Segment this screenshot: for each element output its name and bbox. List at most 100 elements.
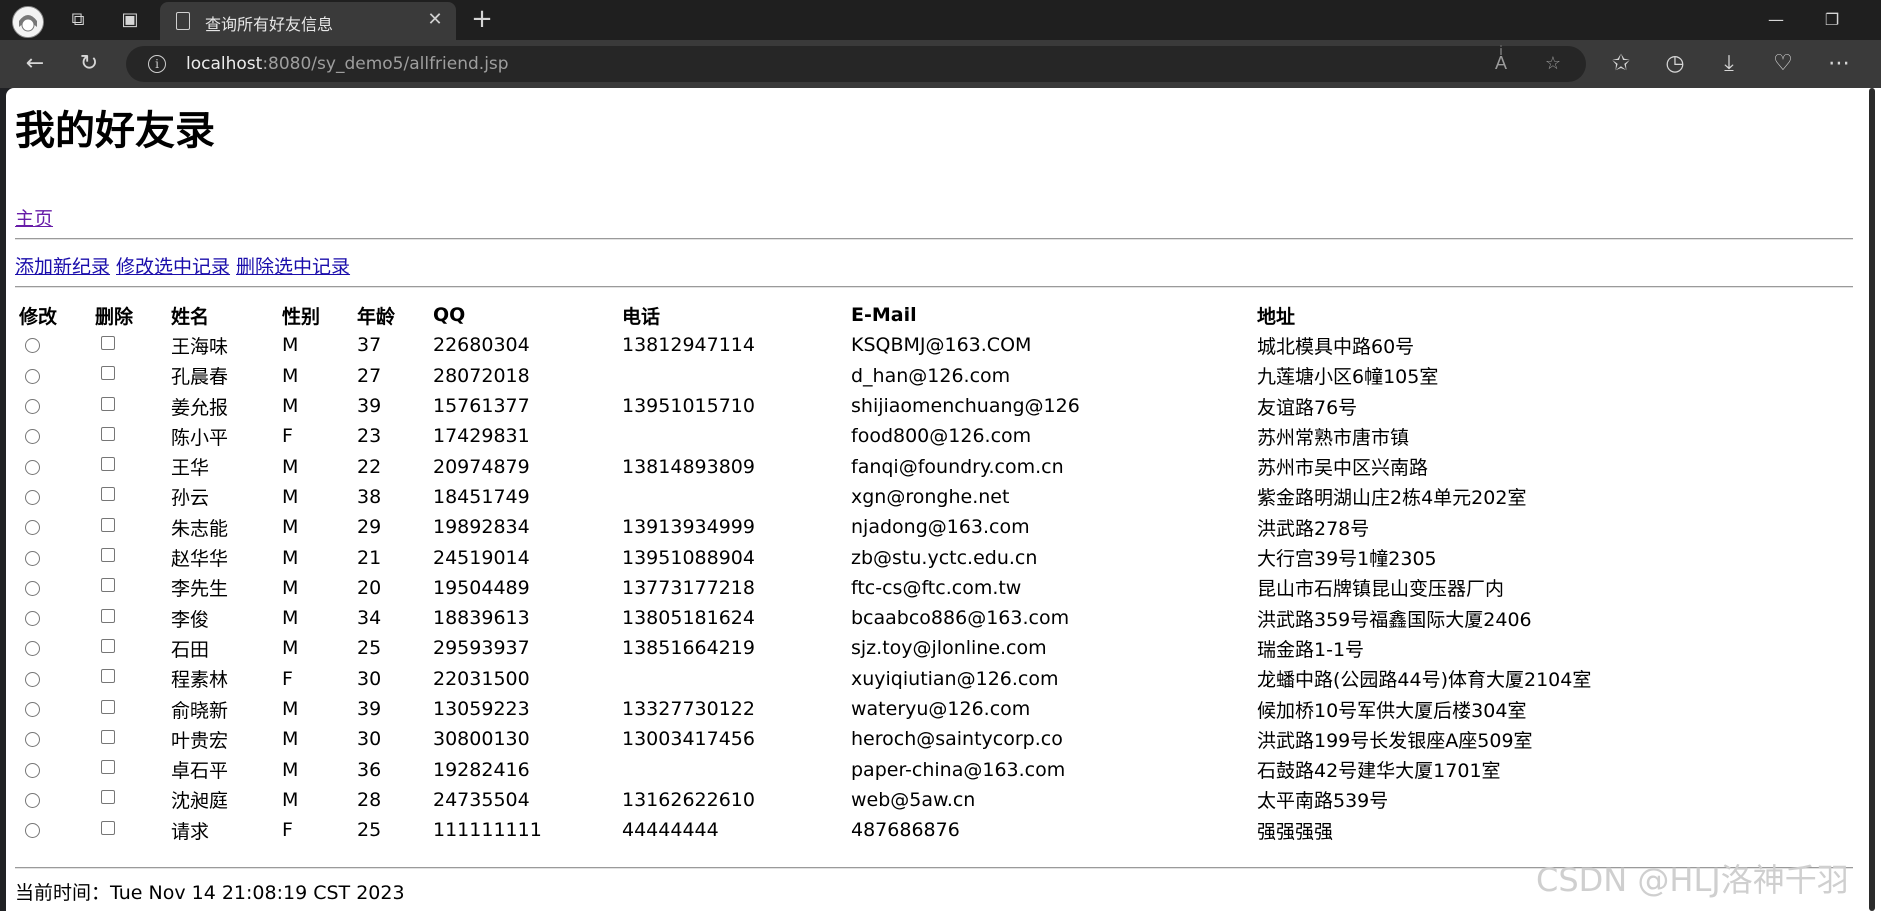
delete-checkbox[interactable] [101, 335, 115, 350]
cell-address: 苏州常熟市唐市镇 [1257, 426, 1410, 449]
cell-sex: F [282, 819, 293, 842]
delete-checkbox[interactable] [101, 366, 115, 381]
delete-checkbox[interactable] [101, 457, 115, 472]
header-address: 地址 [1257, 305, 1296, 328]
more-menu-icon[interactable]: ⋯ [1824, 50, 1854, 78]
delete-checkbox[interactable] [101, 820, 115, 835]
new-tab-button[interactable]: + [468, 6, 496, 34]
delete-checkbox[interactable] [101, 608, 115, 623]
address-bar[interactable]: i localhost:8080/sy_demo5/allfriend.jsp … [126, 46, 1586, 82]
edit-radio[interactable] [25, 702, 40, 717]
cell-delete [91, 664, 167, 694]
edit-radio[interactable] [25, 459, 40, 475]
browser-essentials-icon[interactable]: ♡ [1768, 50, 1798, 78]
edit-radio[interactable] [25, 580, 40, 596]
cell-qq: 28072018 [433, 364, 530, 387]
url-text[interactable]: localhost:8080/sy_demo5/allfriend.jsp [186, 54, 509, 74]
delete-checkbox[interactable] [101, 669, 115, 684]
delete-checkbox[interactable] [101, 517, 115, 532]
cell-sex: M [282, 576, 299, 599]
delete-checkbox[interactable] [101, 548, 115, 563]
refresh-icon[interactable]: ↻ [74, 50, 104, 78]
edit-radio[interactable] [25, 550, 40, 566]
cell-phone [618, 754, 847, 784]
divider [15, 286, 1853, 288]
minimize-button[interactable]: — [1756, 6, 1796, 34]
cell-name: 石田 [171, 638, 210, 661]
cell-age: 22 [357, 455, 382, 478]
profile-avatar-icon[interactable] [12, 6, 44, 38]
edit-radio[interactable] [25, 762, 40, 778]
cell-age: 20 [357, 576, 382, 599]
favorites-icon[interactable]: ✩ [1606, 50, 1636, 78]
cell-name: 请求 [171, 820, 210, 843]
table-body: 王海味 M 37 22680304 13812947114 KSQBMJ@163.COM 城… [15, 330, 1653, 845]
delete-checkbox[interactable] [101, 578, 115, 593]
delete-checkbox[interactable] [101, 699, 115, 714]
friends-table: 修改 删除 姓名 性别 年龄 QQ 电话 E-Mail 地址 王海味 M 37 22680304 138… [15, 300, 1653, 845]
delete-checkbox[interactable] [101, 396, 115, 411]
edit-radio[interactable] [25, 338, 40, 354]
favorite-star-icon[interactable]: ☆ [1540, 51, 1566, 77]
cell-name: 王海味 [171, 335, 229, 358]
close-tab-icon[interactable]: ✕ [424, 9, 446, 31]
add-record-link[interactable]: 添加新纪录 [15, 256, 110, 278]
tab-allfriend[interactable]: 查询所有好友信息 ✕ [160, 2, 456, 40]
cell-age: 29 [357, 516, 382, 539]
cell-email: ftc-cs@ftc.com.tw [851, 576, 1022, 599]
cell-qq: 13059223 [433, 698, 530, 720]
back-arrow-icon[interactable]: ← [20, 50, 50, 78]
cell-name: 俞晓新 [171, 699, 229, 722]
delete-checkbox[interactable] [101, 729, 115, 744]
delete-checkbox[interactable] [101, 487, 115, 502]
divider [15, 238, 1853, 240]
cell-sex: M [282, 485, 299, 508]
delete-checkbox[interactable] [101, 426, 115, 441]
history-icon[interactable]: ◷ [1660, 50, 1690, 78]
cell-email: KSQBMJ@163.COM [851, 334, 1032, 357]
cell-sex: M [282, 728, 299, 751]
cell-name: 卓石平 [171, 760, 229, 783]
cell-phone: 13805181624 [622, 607, 755, 630]
edit-radio[interactable] [25, 429, 40, 445]
cell-address: 大行宫39号1幢2305 [1257, 548, 1437, 571]
table-row: 孙云 M 38 18451749 xgn@ronghe.net 紫金路明湖山庄2栋4单元2… [15, 482, 1653, 512]
edit-radio[interactable] [25, 611, 40, 627]
cell-name: 程素林 [171, 669, 229, 692]
delete-checkbox[interactable] [101, 790, 115, 805]
cell-email: xgn@ronghe.net [851, 485, 1010, 508]
edit-radio[interactable] [25, 368, 40, 384]
edit-radio[interactable] [25, 671, 40, 687]
cell-qq: 22031500 [433, 667, 530, 690]
edit-radio[interactable] [25, 732, 40, 748]
restore-button[interactable]: ❐ [1812, 6, 1852, 34]
edit-radio[interactable] [25, 520, 40, 536]
edit-radio[interactable] [25, 823, 40, 839]
cell-age: 28 [357, 788, 382, 811]
site-info-icon[interactable]: i [148, 55, 166, 73]
cell-delete [91, 573, 167, 603]
home-link[interactable]: 主页 [15, 204, 53, 231]
edit-radio[interactable] [25, 489, 40, 505]
delete-checkbox[interactable] [101, 638, 115, 653]
delete-checkbox[interactable] [101, 760, 115, 775]
page-heading: 我的好友录 [15, 108, 215, 154]
edit-radio[interactable] [25, 792, 40, 808]
edit-radio[interactable] [25, 641, 40, 657]
edit-selected-link[interactable]: 修改选中记录 [116, 256, 230, 278]
current-time-value: Tue Nov 14 21:08:19 CST 2023 [110, 882, 405, 904]
delete-selected-link[interactable]: 删除选中记录 [236, 256, 350, 278]
cell-age: 37 [357, 334, 382, 357]
workspaces-icon[interactable]: ⧉ [64, 6, 92, 34]
cell-delete [91, 633, 167, 663]
table-row: 叶贵宏 M 30 30800130 13003417456 heroch@saintyco… [15, 724, 1653, 754]
download-icon[interactable]: ⤓ [1714, 50, 1744, 78]
scrollbar-thumb[interactable] [1869, 88, 1875, 911]
cell-qq: 19282416 [433, 758, 530, 781]
read-aloud-icon[interactable]: Aͥ [1488, 51, 1514, 77]
cell-address: 洪武路278号 [1257, 517, 1370, 540]
header-edit: 修改 [19, 305, 58, 328]
edit-radio[interactable] [25, 399, 40, 415]
cell-address: 洪武路199号长发银座A座509室 [1257, 729, 1533, 752]
vertical-tabs-icon[interactable]: ▣ [116, 6, 144, 34]
